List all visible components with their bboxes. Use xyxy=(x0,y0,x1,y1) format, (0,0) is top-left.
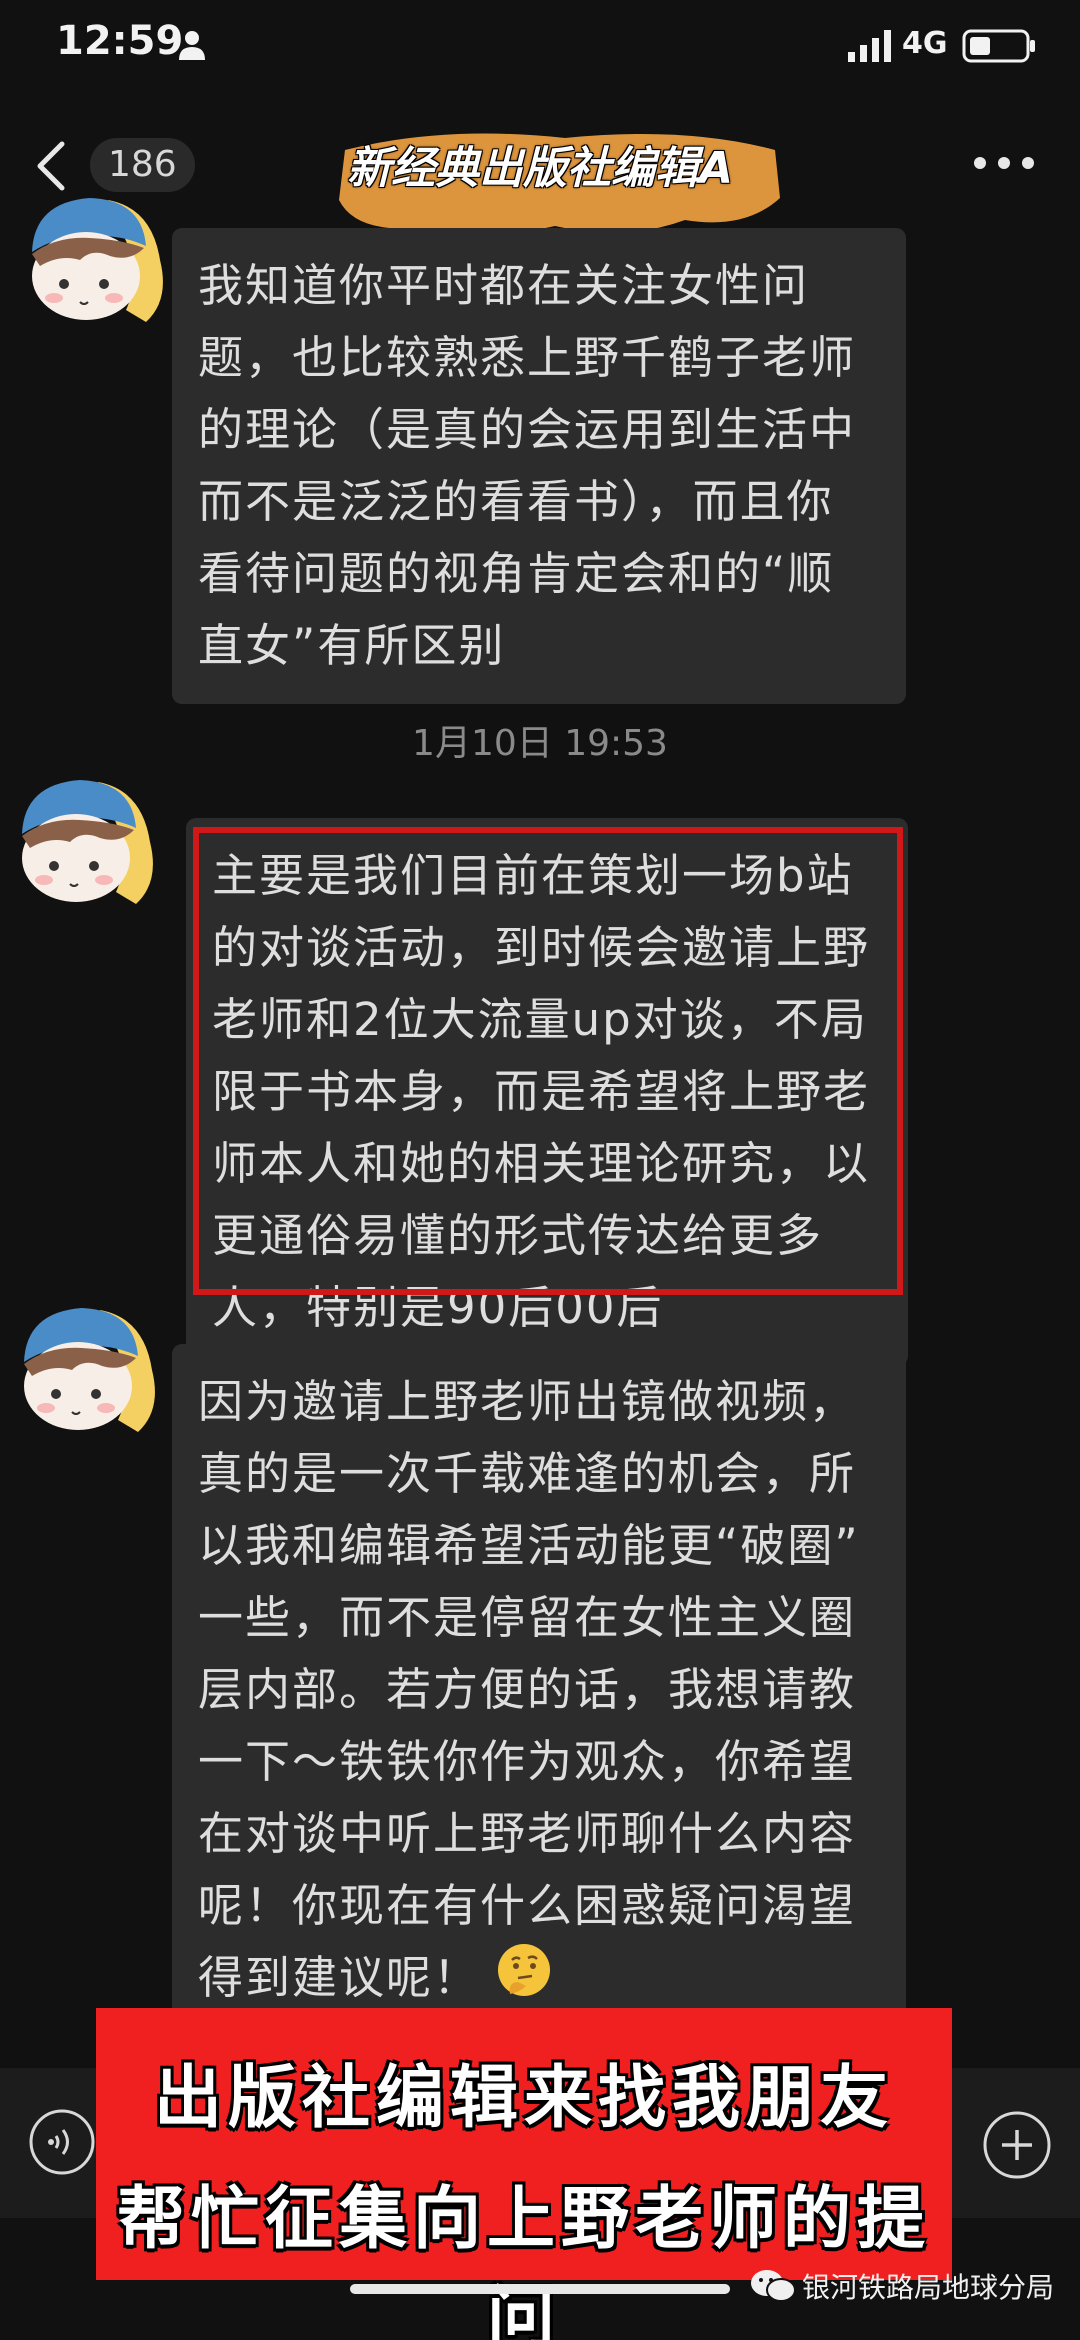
message-timestamp: 1月10日 19:53 xyxy=(412,723,668,764)
chat-screen: 12:59 4G 186 新经典出版社编辑A 我知道你平时都在关注女性问 题，也… xyxy=(0,0,1080,2340)
battery-icon xyxy=(962,29,1035,63)
thinking-face-icon xyxy=(498,1944,550,1996)
message-text: 我知道你平时都在关注女性问 题，也比较熟悉上野千鹤子老师 的理论（是真的会运用到… xyxy=(198,259,857,672)
avatar[interactable] xyxy=(20,190,170,340)
avatar[interactable] xyxy=(10,772,160,922)
more-icon[interactable] xyxy=(972,148,1036,178)
wechat-icon xyxy=(751,2270,796,2302)
status-bar: 12:59 4G xyxy=(0,0,1080,96)
message-text: 因为邀请上野老师出镜做视频， 真的是一次千载难逢的机会，所 以我和编辑希望活动能… xyxy=(198,1375,860,2004)
caption-banner: 出版社编辑来找我朋友 帮忙征集向上野老师的提问 xyxy=(96,2008,952,2340)
message-bubble[interactable]: 因为邀请上野老师出镜做视频， 真的是一次千载难逢的机会，所 以我和编辑希望活动能… xyxy=(172,1344,906,2036)
signal-icon xyxy=(848,30,891,62)
status-time: 12:59 xyxy=(56,18,184,64)
avatar[interactable] xyxy=(12,1300,162,1450)
plus-icon[interactable] xyxy=(982,2110,1052,2180)
highlight-frame xyxy=(193,827,903,1295)
message-bubble[interactable]: 我知道你平时都在关注女性问 题，也比较熟悉上野千鹤子老师 的理论（是真的会运用到… xyxy=(172,228,906,704)
home-indicator[interactable] xyxy=(350,2284,730,2294)
caption-line-1: 出版社编辑来找我朋友 xyxy=(153,2059,894,2138)
watermark-text: 银河铁路局地球分局 xyxy=(802,2271,1055,2304)
person-icon xyxy=(179,31,205,60)
caption-line-2: 帮忙征集向上野老师的提问 xyxy=(116,2180,931,2340)
voice-icon[interactable] xyxy=(28,2108,96,2176)
network-type: 4G xyxy=(902,26,948,61)
chat-title: 新经典出版社编辑A xyxy=(346,143,734,194)
